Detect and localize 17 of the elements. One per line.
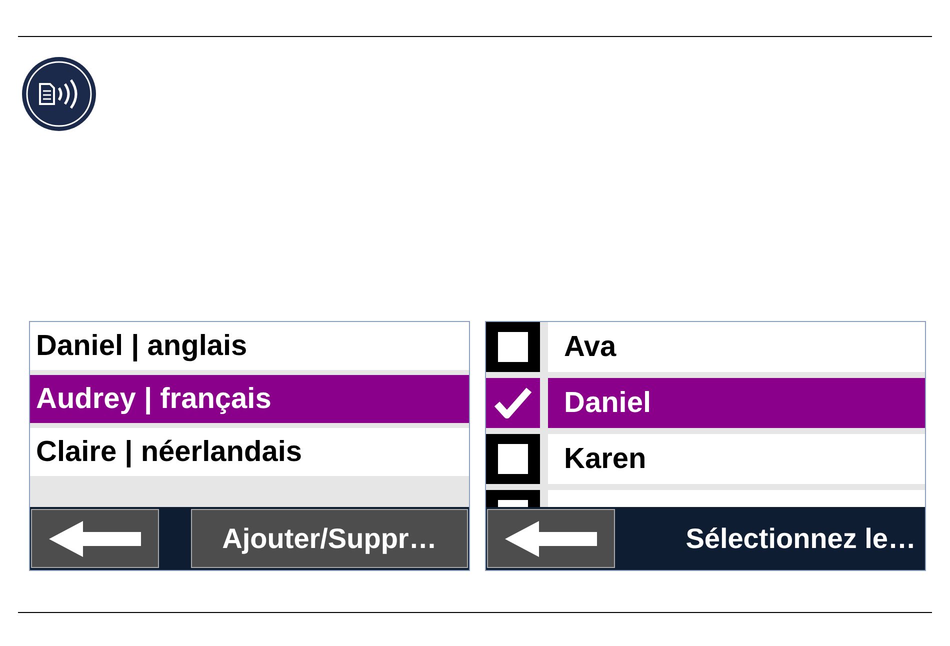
voice-list-item[interactable]: Daniel | anglais bbox=[30, 322, 469, 370]
voice-list-item[interactable]: Audrey | français bbox=[30, 375, 469, 423]
checkbox[interactable] bbox=[486, 378, 540, 428]
voice-option[interactable]: Karen bbox=[548, 434, 925, 484]
voice-list-item[interactable]: Claire | néerlandais bbox=[30, 428, 469, 476]
voice-option[interactable]: Daniel bbox=[548, 378, 925, 428]
checkbox[interactable] bbox=[486, 322, 540, 372]
back-button[interactable] bbox=[31, 509, 159, 568]
checkbox[interactable] bbox=[486, 434, 540, 484]
speech-document-icon bbox=[21, 56, 97, 132]
add-remove-button[interactable]: Ajouter/Suppr… bbox=[191, 509, 468, 568]
back-button[interactable] bbox=[487, 509, 615, 568]
select-title: Sélectionnez le… bbox=[686, 522, 916, 554]
back-arrow-icon bbox=[505, 520, 597, 556]
checkmark-icon bbox=[494, 386, 532, 420]
back-arrow-icon bbox=[49, 520, 141, 556]
voice-option[interactable]: Ava bbox=[548, 322, 925, 372]
